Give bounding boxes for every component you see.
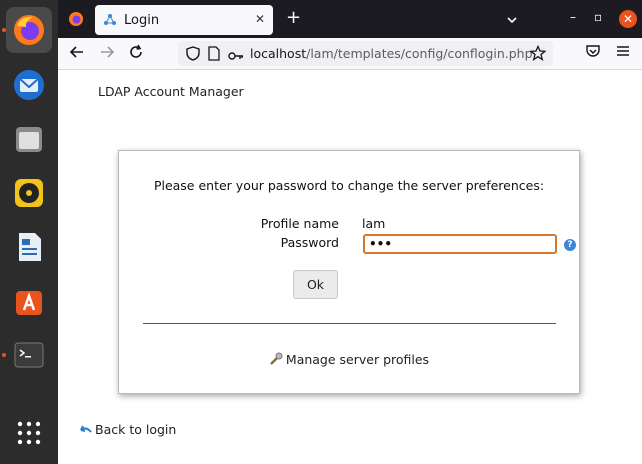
page-content: LDAP Account Manager Please enter your p… xyxy=(58,70,642,464)
terminal-icon[interactable] xyxy=(6,332,52,378)
url-host: localhost xyxy=(250,46,307,61)
key-icon[interactable] xyxy=(228,47,244,66)
profile-name-label: Profile name xyxy=(260,216,339,231)
help-icon[interactable]: ? xyxy=(564,239,576,251)
firefox-view-icon[interactable] xyxy=(68,11,84,31)
reload-icon[interactable] xyxy=(128,44,144,64)
tab-bar: Login ✕ + – ▫ ✕ xyxy=(58,0,642,38)
firefox-icon[interactable] xyxy=(6,7,52,53)
close-window-button[interactable]: ✕ xyxy=(619,10,637,28)
restore-button[interactable]: ▫ xyxy=(594,10,602,24)
profile-name-value: lam xyxy=(362,216,386,231)
running-indicator xyxy=(2,28,6,32)
tracking-protection-icon[interactable] xyxy=(186,46,200,65)
ubuntu-dock xyxy=(0,0,58,464)
minimize-button[interactable]: – xyxy=(570,10,576,24)
divider xyxy=(143,323,556,324)
login-dialog: Please enter your password to change the… xyxy=(118,150,580,394)
url-text[interactable]: localhost/lam/templates/config/conflogin… xyxy=(250,46,533,61)
password-prompt: Please enter your password to change the… xyxy=(153,178,545,193)
menu-hamburger-icon[interactable] xyxy=(616,44,630,62)
tab-list-chevron-icon[interactable] xyxy=(506,11,518,30)
navigation-toolbar: localhost/lam/templates/config/conflogin… xyxy=(58,38,642,70)
firefox-window: Login ✕ + – ▫ ✕ localhost/lam/templates/… xyxy=(58,0,642,464)
page-info-icon[interactable] xyxy=(208,46,220,65)
back-to-login-link[interactable]: Back to login xyxy=(78,422,176,439)
tab-close-icon[interactable]: ✕ xyxy=(255,12,265,26)
bookmark-star-icon[interactable] xyxy=(529,44,547,65)
tab-login[interactable]: Login ✕ xyxy=(95,5,273,35)
forward-arrow-icon[interactable] xyxy=(99,44,115,64)
url-path: /lam/templates/config/conflogin.php xyxy=(306,46,533,61)
manage-server-profiles-link[interactable]: Manage server profiles xyxy=(119,352,579,369)
software-center-icon[interactable] xyxy=(6,278,52,324)
password-label: Password xyxy=(280,235,339,250)
libreoffice-writer-icon[interactable] xyxy=(6,224,52,270)
thunderbird-icon[interactable] xyxy=(6,62,52,108)
back-arrow-icon xyxy=(78,424,92,439)
app-title: LDAP Account Manager xyxy=(98,84,244,99)
tab-title: Login xyxy=(124,12,160,28)
files-icon[interactable] xyxy=(6,116,52,162)
back-to-login-label: Back to login xyxy=(95,422,177,437)
pocket-icon[interactable] xyxy=(586,44,600,62)
lam-favicon-icon xyxy=(103,13,117,27)
new-tab-button[interactable]: + xyxy=(286,8,301,28)
back-arrow-icon[interactable] xyxy=(69,44,85,64)
password-field[interactable]: ••• xyxy=(363,234,557,254)
rhythmbox-icon[interactable] xyxy=(6,170,52,216)
wrench-icon xyxy=(269,352,283,369)
app-grid-icon[interactable] xyxy=(6,410,52,456)
running-indicator xyxy=(2,353,6,357)
address-bar[interactable]: localhost/lam/templates/config/conflogin… xyxy=(178,41,553,66)
manage-server-profiles-label: Manage server profiles xyxy=(285,352,430,367)
ok-button[interactable]: Ok xyxy=(293,270,338,299)
